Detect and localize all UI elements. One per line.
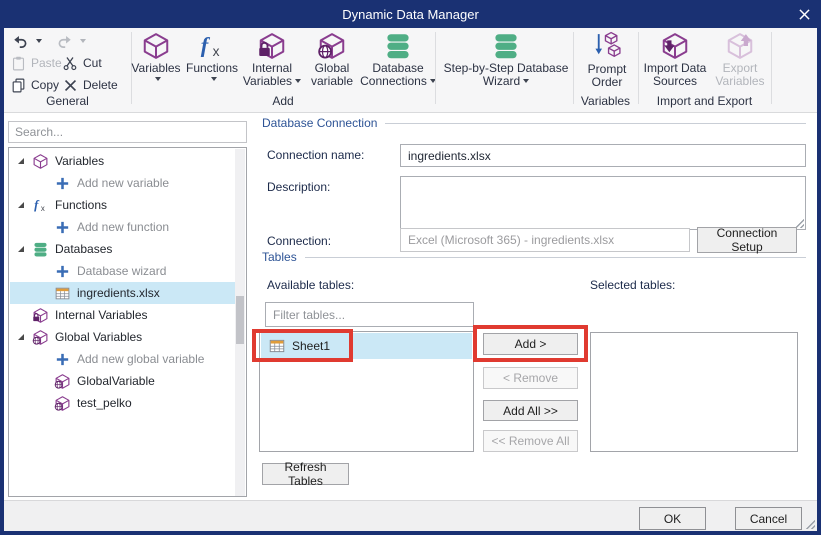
- cube-globe-icon: [54, 395, 71, 412]
- chevron-down-icon: [295, 79, 301, 83]
- description-label: Description:: [267, 180, 330, 194]
- spreadsheet-icon: [54, 285, 71, 302]
- group-label-general: General: [4, 94, 131, 108]
- fx-icon: [32, 197, 49, 214]
- tree-item-test-pelko[interactable]: test_pelko: [10, 392, 236, 414]
- expander-icon[interactable]: [18, 334, 24, 340]
- tree-item-add-new-variable[interactable]: Add new variable: [10, 172, 236, 194]
- connection-string-input: [400, 228, 690, 252]
- description-textarea[interactable]: [401, 177, 805, 229]
- expander-icon[interactable]: [18, 158, 24, 164]
- cube-globe-icon: [317, 31, 347, 61]
- database-icon: [32, 241, 49, 258]
- expander-icon[interactable]: [18, 246, 24, 252]
- tree-item-ingredients-xlsx[interactable]: ingredients.xlsx: [10, 282, 236, 304]
- tree-item-internal-variables[interactable]: Internal Variables: [10, 304, 236, 326]
- fx-icon: [197, 31, 227, 61]
- window-title: Dynamic Data Manager: [342, 7, 479, 22]
- group-label-import-and-export: Import and Export: [638, 94, 771, 108]
- cut-button[interactable]: Cut: [62, 53, 102, 73]
- selected-tables-label: Selected tables:: [590, 278, 675, 292]
- remove-all-button[interactable]: << Remove All: [483, 430, 578, 452]
- expander-icon[interactable]: [18, 202, 24, 208]
- dialog-content: Paste Cut Copy Delete General Variables: [4, 28, 817, 531]
- add-all-button[interactable]: Add All >>: [483, 400, 578, 421]
- dialog-footer: OK Cancel: [4, 500, 817, 531]
- tree-scrollbar[interactable]: [235, 149, 245, 497]
- tree-scrollbar-thumb[interactable]: [236, 296, 244, 344]
- tree-item-global-variables[interactable]: Global Variables: [10, 326, 236, 348]
- export-cube-icon: [725, 31, 755, 61]
- plus-icon: [54, 175, 71, 192]
- plus-icon: [54, 351, 71, 368]
- cube-lock-icon: [32, 307, 49, 324]
- undo-icon: [12, 33, 29, 50]
- paste-icon: [10, 55, 27, 72]
- search-input[interactable]: [8, 121, 247, 143]
- connection-label: Connection:: [267, 234, 331, 248]
- refresh-tables-button[interactable]: Refresh Tables: [262, 463, 349, 485]
- remove-button[interactable]: < Remove: [483, 367, 578, 389]
- dynamic-data-manager-window: Dynamic Data Manager Paste Cut: [0, 0, 821, 535]
- plus-icon: [54, 263, 71, 280]
- tree-item-add-new-global-variable[interactable]: Add new global variable: [10, 348, 236, 370]
- ribbon-export-variables-button[interactable]: Export Variables: [710, 31, 770, 95]
- redo-icon: [56, 33, 73, 50]
- cube-icon: [32, 153, 49, 170]
- group-label-variables: Variables: [573, 94, 638, 108]
- database-icon: [383, 31, 413, 61]
- prompt-order-icon: [592, 31, 622, 62]
- tree-item-globalvariable[interactable]: GlobalVariable: [10, 370, 236, 392]
- undo-button[interactable]: [12, 31, 42, 51]
- group-label-add: Add: [131, 94, 435, 108]
- data-source-tree: Variables Add new variable Functions Add…: [8, 147, 247, 497]
- delete-icon: [62, 77, 79, 94]
- delete-button[interactable]: Delete: [62, 75, 118, 95]
- tree-item-add-new-function[interactable]: Add new function: [10, 216, 236, 238]
- cube-globe-icon: [32, 329, 49, 346]
- tree-item-variables[interactable]: Variables: [10, 150, 236, 172]
- available-tables-label: Available tables:: [267, 278, 354, 292]
- window-resize-grip[interactable]: [804, 518, 815, 529]
- database-icon: [491, 31, 521, 61]
- selected-tables-listbox: [590, 332, 798, 452]
- close-icon: [799, 9, 810, 20]
- ribbon-import-data-sources-button[interactable]: Import Data Sources: [642, 31, 708, 95]
- chevron-down-icon: [523, 79, 529, 83]
- section-tables: Tables: [262, 250, 806, 264]
- chevron-down-icon: [155, 77, 161, 81]
- ribbon-step-by-step-wizard-button[interactable]: Step-by-Step Database Wizard: [440, 31, 572, 95]
- copy-icon: [10, 77, 27, 94]
- section-database-connection: Database Connection: [262, 116, 806, 130]
- ribbon-global-variable-button[interactable]: Global variable: [305, 31, 359, 95]
- ribbon-internal-variables-button[interactable]: Internal Variables: [240, 31, 304, 95]
- plus-icon: [54, 219, 71, 236]
- annotation-sheet1-highlight: [252, 329, 353, 362]
- title-bar[interactable]: Dynamic Data Manager: [0, 0, 821, 28]
- tree-item-database-wizard[interactable]: Database wizard: [10, 260, 236, 282]
- connection-name-input[interactable]: [400, 144, 806, 167]
- ribbon-functions-button[interactable]: Functions: [185, 31, 239, 95]
- ok-button[interactable]: OK: [639, 507, 706, 530]
- tree-item-functions[interactable]: Functions: [10, 194, 236, 216]
- close-button[interactable]: [796, 7, 812, 22]
- scissors-icon: [62, 55, 79, 72]
- filter-tables-input[interactable]: [265, 302, 474, 327]
- import-cube-icon: [660, 31, 690, 61]
- ribbon-variables-button[interactable]: Variables: [128, 31, 184, 95]
- tree-item-databases[interactable]: Databases: [10, 238, 236, 260]
- cube-icon: [141, 31, 171, 61]
- redo-button[interactable]: [56, 31, 86, 51]
- connection-name-label: Connection name:: [267, 148, 364, 162]
- cube-globe-icon: [54, 373, 71, 390]
- ribbon: Paste Cut Copy Delete General Variables: [4, 28, 817, 113]
- copy-button[interactable]: Copy: [10, 75, 59, 95]
- cancel-button[interactable]: Cancel: [735, 507, 802, 530]
- ribbon-database-connections-button[interactable]: Database Connections: [358, 31, 438, 95]
- chevron-down-icon: [211, 77, 217, 81]
- paste-button[interactable]: Paste: [10, 53, 62, 73]
- ribbon-prompt-order-button[interactable]: Prompt Order: [578, 31, 636, 95]
- cube-lock-icon: [257, 31, 287, 61]
- annotation-add-button-highlight: [473, 325, 588, 362]
